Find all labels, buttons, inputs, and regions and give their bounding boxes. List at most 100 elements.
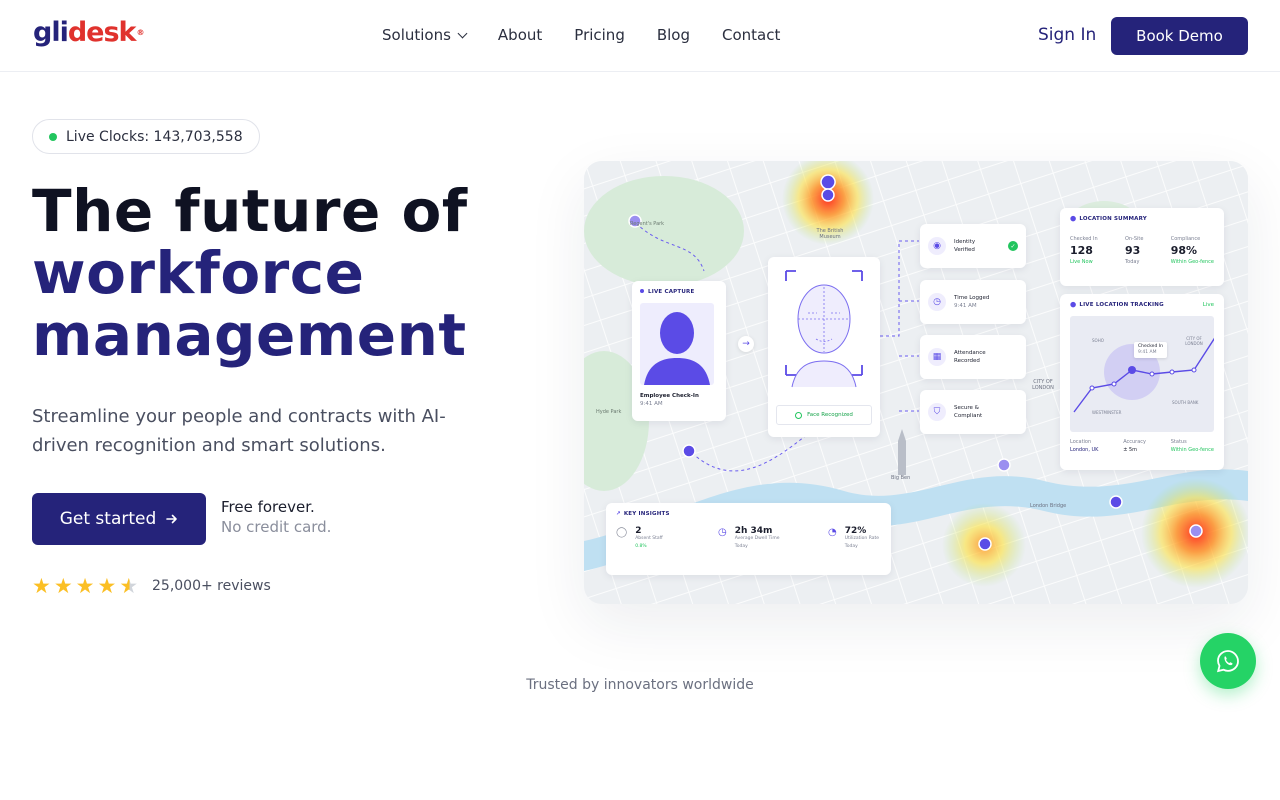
hero-subtitle: Streamline your people and contracts wit… <box>32 406 446 456</box>
tracking-map: Checked In 9:41 AM SOHO CITY OF LONDON WE… <box>1070 316 1214 432</box>
area-label: SOHO <box>1092 338 1104 343</box>
tracking-status: Status Within Geo-fence <box>1170 439 1214 453</box>
reviews-count: 25,000+ reviews <box>152 578 271 594</box>
rating-stars: ★ ★ ★ ★ ★ <box>32 575 138 597</box>
nav-solutions-label: Solutions <box>382 26 451 44</box>
step-identity-verified: ◉ Identity Verified ✓ <box>920 224 1026 268</box>
half-star-icon: ★ <box>119 574 139 598</box>
map-label-hyde-park: Hyde Park <box>596 409 622 415</box>
step-sub: Compliant <box>954 413 983 419</box>
insight-utilization: ◔ 72% Utilization Rate Today <box>828 526 880 550</box>
logo-text-gli: gli <box>33 17 69 48</box>
logo-text-desk: desk <box>67 17 137 48</box>
step-attendance-recorded: ▦ Attendance Recorded <box>920 335 1026 379</box>
get-started-button[interactable]: Get started <box>32 493 206 545</box>
main-menu: Solutions About Pricing Blog Contact <box>382 24 780 46</box>
shield-icon: ⛉ <box>928 403 946 421</box>
tracking-location: Location London, UK <box>1070 439 1099 453</box>
live-clocks-badge: Live Clocks: 143,703,558 <box>32 119 260 154</box>
clock-icon: ◷ <box>928 293 946 311</box>
step-time-logged: ◷ Time Logged 9:41 AM <box>920 280 1026 324</box>
chevron-down-icon <box>457 28 468 39</box>
person-silhouette-icon <box>644 312 710 385</box>
map-label-big-ben: Big Ben <box>891 475 911 481</box>
book-demo-button[interactable]: Book Demo <box>1111 17 1248 55</box>
sign-in-link[interactable]: Sign In <box>1038 24 1096 46</box>
stat-compliance: Compliance 98% Within Geo-fence <box>1170 236 1214 265</box>
star-icon: ★ <box>32 574 51 598</box>
live-dot-icon <box>49 132 57 141</box>
step-title: Secure & <box>954 405 979 411</box>
location-pin-icon: ⬤ <box>1070 216 1077 222</box>
hero-title-line1: The future of <box>32 177 468 245</box>
step-secure-compliant: ⛉ Secure & Compliant <box>920 390 1026 434</box>
nav-about[interactable]: About <box>498 24 542 46</box>
hero-title-line3: management <box>32 301 467 369</box>
top-navbar: glidesk® Solutions About Pricing Blog Co… <box>0 0 1280 72</box>
key-insights-title: ↗ KEY INSIGHTS <box>616 511 670 517</box>
step-sub: Recorded <box>954 358 980 364</box>
tracking-accuracy: Accuracy ± 5m <box>1123 439 1147 453</box>
stat-checked-in: Checked In 128 Live Now <box>1070 236 1098 265</box>
brand-logo[interactable]: glidesk® <box>33 17 145 48</box>
insight-dwell-time: ◷ 2h 34m Average Dwell Time Today <box>718 526 780 550</box>
area-label: SOUTH BANK <box>1172 400 1199 405</box>
step-title: Time Logged <box>954 295 990 301</box>
nav-contact[interactable]: Contact <box>722 24 780 46</box>
hero-dashboard-illustration: Regent's Park The British Museum CITY OF… <box>584 161 1248 604</box>
step-sub: Verified <box>954 247 975 253</box>
map-label-london-bridge: London Bridge <box>1030 503 1067 509</box>
live-tracking-card: ⬤ LIVE LOCATION TRACKING Live Checked In 9… <box>1060 294 1224 470</box>
star-icon: ★ <box>97 574 117 598</box>
whatsapp-icon <box>1216 650 1239 673</box>
calendar-icon: ▦ <box>928 348 946 366</box>
star-icon: ★ <box>75 574 95 598</box>
arrow-right-icon <box>166 514 178 524</box>
trend-icon: ↗ <box>616 511 621 517</box>
map-label-park: Regent's Park <box>630 221 665 227</box>
face-scan-icon <box>785 270 863 388</box>
area-label: WESTMINSTER <box>1092 410 1122 415</box>
clock-icon: ◷ <box>718 527 727 538</box>
stat-on-site: On-Site 93 Today <box>1124 236 1144 265</box>
step-title: Attendance <box>954 350 986 356</box>
employee-photo <box>640 303 714 385</box>
user-icon: ◯ <box>616 527 628 538</box>
pie-chart-icon: ◔ <box>828 527 837 538</box>
insight-absent-staff: ◯ 2 Absent Staff 0.8% <box>616 526 663 550</box>
whatsapp-chat-button[interactable] <box>1200 633 1256 689</box>
free-forever-text: Free forever. <box>221 498 315 516</box>
star-icon: ★ <box>53 574 73 598</box>
hero-title-line2: workforce <box>32 239 365 307</box>
location-summary-card: ⬤ LOCATION SUMMARY Checked In 128 Live Now … <box>1060 208 1224 286</box>
free-note: Free forever. No credit card. <box>221 497 331 537</box>
face-recognized-badge: Face Recognized <box>776 405 872 425</box>
user-icon: ◉ <box>928 237 946 255</box>
hero-title: The future of workforce management <box>32 180 468 366</box>
location-summary-title: ⬤ LOCATION SUMMARY <box>1070 216 1147 222</box>
arrow-right-icon: → <box>738 336 754 352</box>
get-started-label: Get started <box>59 509 157 529</box>
live-clocks-text: Live Clocks: 143,703,558 <box>66 128 243 145</box>
no-credit-card-text: No credit card. <box>221 518 332 536</box>
step-sub: 9:41 AM <box>954 303 977 309</box>
check-icon: ✓ <box>1008 241 1018 251</box>
live-tracking-title: ⬤ LIVE LOCATION TRACKING <box>1070 302 1164 308</box>
step-title: Identity <box>954 239 976 245</box>
registered-mark: ® <box>136 28 145 37</box>
capture-time: 9:41 AM <box>640 401 663 407</box>
nav-blog[interactable]: Blog <box>657 24 690 46</box>
face-scan-card: Face Recognized <box>768 257 880 437</box>
location-pin-icon: ⬤ <box>1070 302 1077 308</box>
live-capture-card: LIVE CAPTURE Employee Check-In 9:41 AM <box>632 281 726 421</box>
nav-solutions[interactable]: Solutions <box>382 24 468 46</box>
nav-pricing[interactable]: Pricing <box>574 24 625 46</box>
map-label-city: CITY OF LONDON <box>1032 379 1054 391</box>
key-insights-card: ↗ KEY INSIGHTS ◯ 2 Absent Staff 0.8% ◷ 2h 34m… <box>606 503 891 575</box>
area-label: CITY OF LONDON <box>1185 336 1203 346</box>
live-capture-title: LIVE CAPTURE <box>640 289 718 295</box>
map-label-museum: The British Museum <box>816 228 844 240</box>
checked-in-popup: Checked In 9:41 AM <box>1134 342 1167 358</box>
trusted-by-heading: Trusted by innovators worldwide <box>526 677 754 693</box>
capture-name: Employee Check-In <box>640 393 699 399</box>
